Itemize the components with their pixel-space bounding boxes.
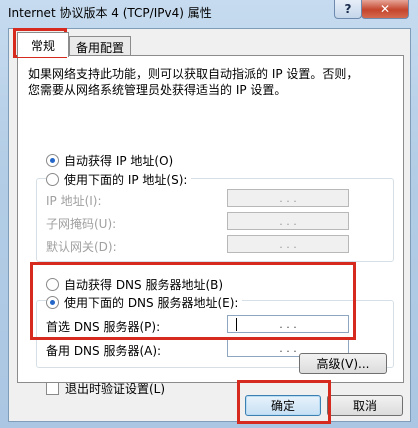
window-title: Internet 协议版本 4 (TCP/IPv4) 属性 (8, 6, 212, 20)
manual-ip-radio[interactable] (46, 173, 59, 186)
tab-alternate-configuration[interactable]: 备用配置 (69, 36, 131, 57)
alternate-dns-label: 备用 DNS 服务器(A): (46, 344, 162, 358)
ok-button[interactable]: 确定 (245, 395, 321, 416)
default-gateway-label: 默认网关(D): (46, 240, 117, 254)
subnet-mask-label: 子网掩码(U): (46, 217, 117, 231)
validate-settings-option[interactable]: 退出时验证设置(L) (46, 380, 165, 397)
manual-dns-option[interactable]: 使用下面的 DNS 服务器地址(E): (46, 294, 243, 311)
subnet-mask-field[interactable]: . . . (227, 212, 349, 230)
ip-address-field[interactable]: . . . (227, 189, 349, 207)
subnet-mask-value: . . . (279, 214, 297, 228)
auto-ip-label: 自动获得 IP 地址(O) (64, 154, 174, 168)
manual-ip-label: 使用下面的 IP 地址(S): (64, 173, 188, 187)
auto-ip-option[interactable]: 自动获得 IP 地址(O) (46, 152, 173, 169)
auto-dns-option[interactable]: 自动获得 DNS 服务器地址(B) (46, 276, 223, 293)
text-caret (236, 318, 237, 331)
close-button[interactable]: ✕ (361, 0, 409, 19)
ip-address-label: IP 地址(I): (46, 194, 102, 208)
advanced-button[interactable]: 高级(V)... (299, 353, 387, 374)
manual-dns-label: 使用下面的 DNS 服务器地址(E): (64, 296, 239, 310)
description-line-2: 您需要从网络系统管理员处获得适当的 IP 设置。 (28, 83, 287, 97)
description-line-1: 如果网络支持此功能，则可以获取自动指派的 IP 设置。否则， (28, 67, 359, 81)
manual-dns-radio[interactable] (46, 296, 59, 309)
description-text: 如果网络支持此功能，则可以获取自动指派的 IP 设置。否则， 您需要从网络系统管… (28, 66, 388, 98)
ip-address-value: . . . (279, 191, 297, 205)
dialog-window: Internet 协议版本 4 (TCP/IPv4) 属性 ? ✕ 常规 备用配… (0, 0, 418, 428)
alternate-dns-value: . . . (279, 341, 297, 355)
validate-settings-checkbox[interactable] (46, 382, 59, 395)
dialog-body: 常规 备用配置 如果网络支持此功能，则可以获取自动指派的 IP 设置。否则， 您… (8, 28, 411, 422)
default-gateway-field[interactable]: . . . (227, 235, 349, 253)
preferred-dns-label: 首选 DNS 服务器(P): (46, 320, 161, 334)
manual-ip-option[interactable]: 使用下面的 IP 地址(S): (46, 171, 192, 188)
cancel-button[interactable]: 取消 (327, 395, 403, 416)
tab-general[interactable]: 常规 (17, 32, 69, 57)
preferred-dns-field[interactable]: . . . (227, 315, 349, 333)
preferred-dns-value: . . . (279, 317, 297, 331)
validate-settings-label: 退出时验证设置(L) (65, 382, 166, 396)
auto-dns-label: 自动获得 DNS 服务器地址(B) (64, 278, 224, 292)
general-tab-panel: 如果网络支持此功能，则可以获取自动指派的 IP 设置。否则， 您需要从网络系统管… (17, 55, 404, 396)
default-gateway-value: . . . (279, 237, 297, 251)
help-button[interactable]: ? (334, 0, 362, 19)
auto-ip-radio[interactable] (46, 154, 59, 167)
auto-dns-radio[interactable] (46, 278, 59, 291)
